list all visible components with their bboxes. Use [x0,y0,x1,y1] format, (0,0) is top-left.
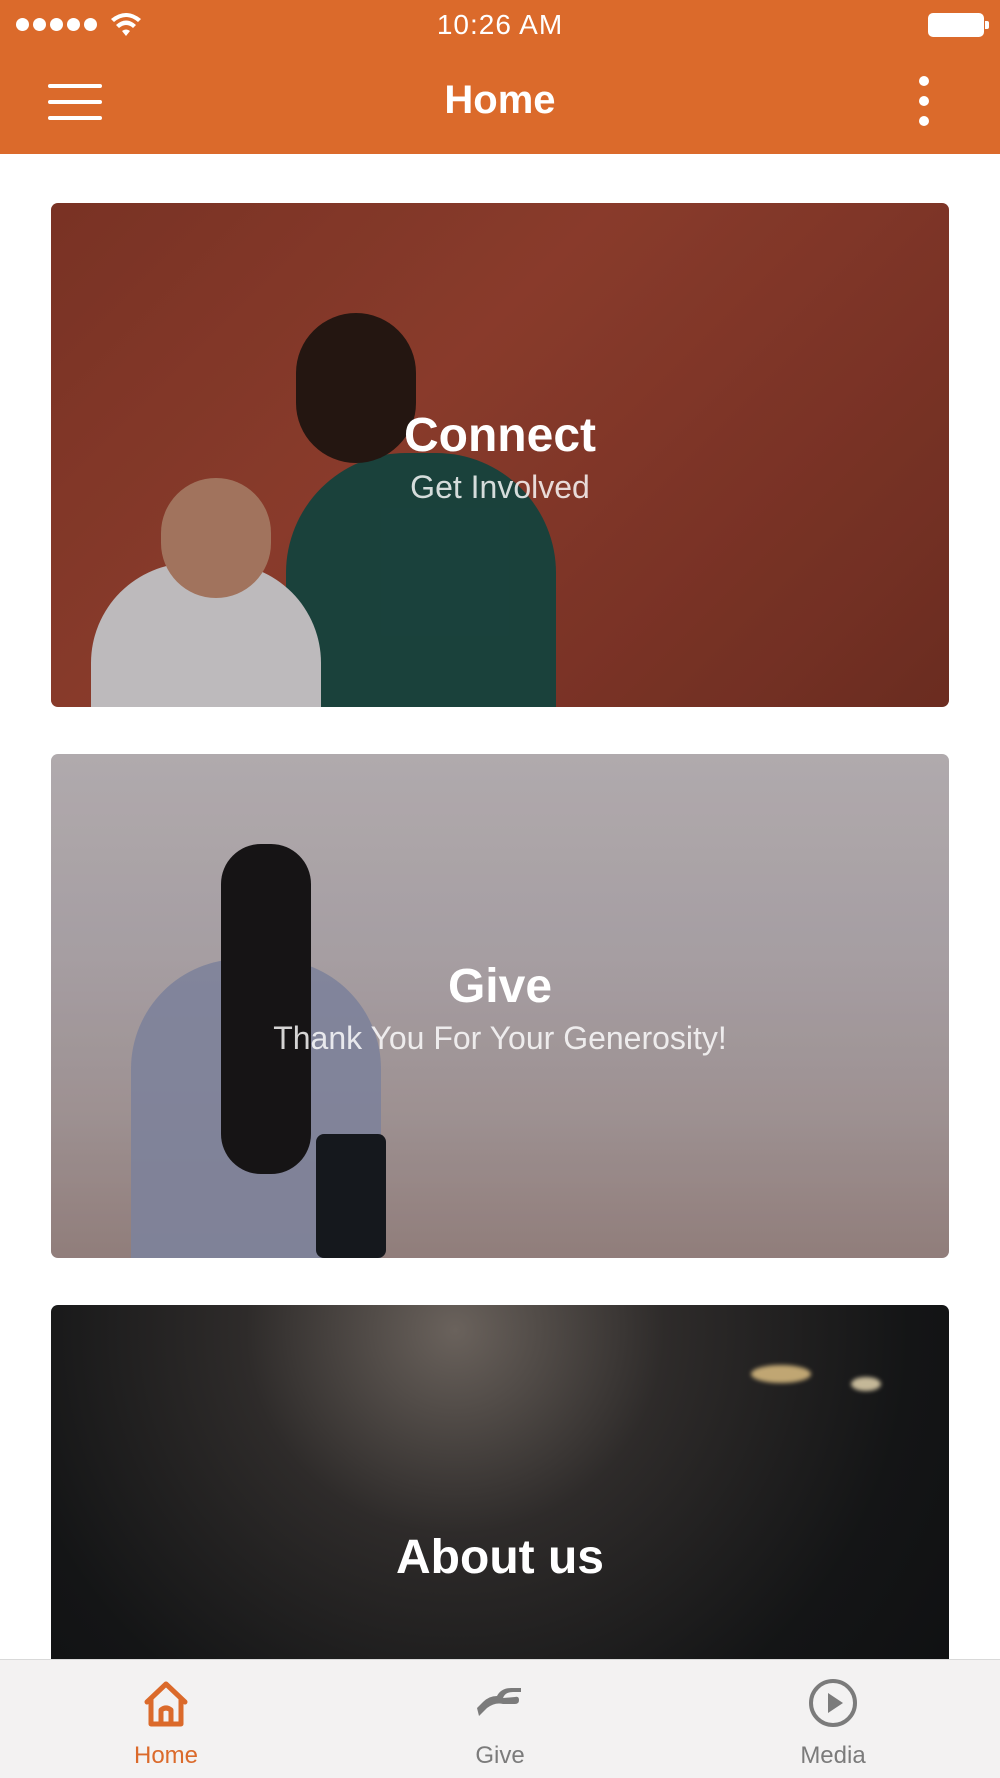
tab-label: Home [133,1742,199,1769]
more-vertical-icon[interactable] [914,76,934,130]
card-subtitle: Get Involved [410,469,590,505]
card-text: About us [51,1530,949,1585]
bottom-tab-bar: Home Give Media [0,1659,1000,1778]
card-title: Give [447,960,553,1013]
connect-card[interactable]: Connect Get Involved [51,203,949,707]
page-title: Home [444,78,556,122]
card-text: Give Thank You For Your Generosity! [51,959,949,1057]
card-photo-detail [851,1377,881,1391]
card-text: Connect Get Involved [51,408,949,506]
status-bar: 10:26 AM [0,0,1000,50]
status-time: 10:26 AM [436,9,564,40]
give-hand-icon [477,1688,521,1716]
battery-icon [928,13,989,37]
give-card[interactable]: Give Thank You For Your Generosity! [51,754,949,1258]
tab-give[interactable]: Give [400,1660,600,1778]
card-subtitle: Thank You For Your Generosity! [273,1020,727,1056]
home-icon [144,1681,188,1727]
tab-label: Give [475,1742,525,1769]
tab-label: Media [800,1742,866,1769]
app-header: 10:26 AM Home [0,0,1000,154]
card-title: About us [396,1531,604,1584]
card-photo [751,1365,811,1383]
tab-home[interactable]: Home [66,1660,266,1778]
tab-media[interactable]: Media [733,1660,933,1778]
card-title: Connect [404,409,596,462]
play-circle-icon [809,1679,857,1727]
